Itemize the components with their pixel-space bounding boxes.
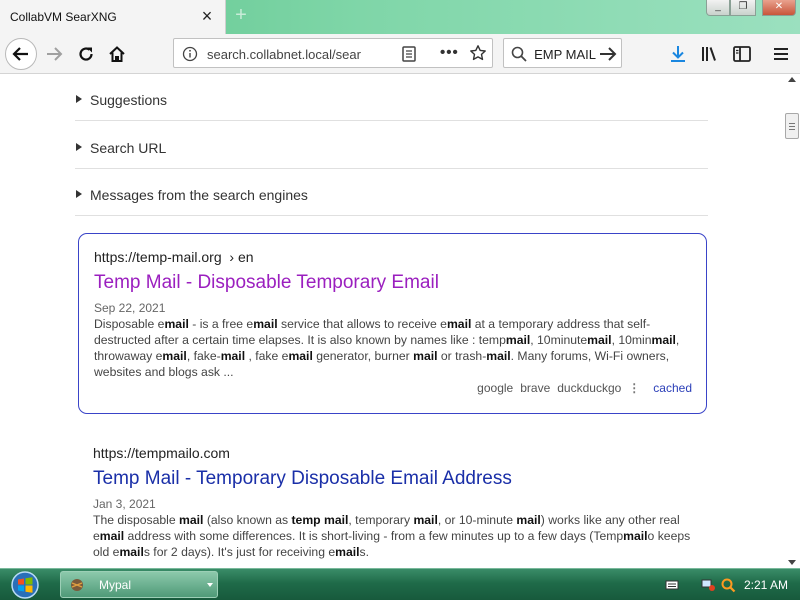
search-result: https://temp-mail.org › en Temp Mail - D… — [78, 233, 707, 414]
highlighted-term: mail — [516, 513, 541, 527]
result-engines: google brave duckduckgo ⋮ cached — [477, 381, 692, 395]
search-go-icon[interactable] — [598, 44, 618, 64]
reload-icon — [79, 47, 93, 61]
scrollbar-thumb[interactable] — [785, 113, 799, 139]
search-input[interactable]: TEMP MAIL — [534, 47, 596, 62]
highlighted-term: mail — [446, 317, 472, 331]
maximize-button[interactable]: ❐ — [730, 0, 756, 16]
new-tab-icon[interactable]: + — [231, 5, 251, 25]
search-tray-icon[interactable] — [720, 577, 736, 593]
section-search-url[interactable]: Search URL — [75, 123, 708, 169]
back-button[interactable] — [5, 38, 37, 70]
close-window-button[interactable]: ✕ — [762, 0, 796, 16]
grip-line — [789, 126, 795, 127]
highlighted-term: mail — [162, 349, 187, 363]
expand-triangle-icon — [76, 95, 82, 103]
tab-title: CollabVM SearXNG — [10, 10, 117, 24]
highlighted-term: mail — [335, 545, 360, 559]
result-title-link[interactable]: Temp Mail - Disposable Temporary Email — [94, 272, 439, 294]
mypal-app-icon — [71, 579, 83, 591]
taskbar-app-mypal[interactable]: Mypal — [60, 571, 218, 598]
result-url-host: https://tempmailo.com — [93, 445, 230, 461]
highlighted-term: mail — [486, 349, 511, 363]
highlighted-term: mail — [413, 513, 438, 527]
forward-button[interactable] — [40, 40, 68, 68]
back-icon — [12, 47, 28, 61]
browser-tab[interactable]: CollabVM SearXNG × — [0, 0, 226, 34]
tab-strip: CollabVM SearXNG × + _ ❐ ✕ — [0, 0, 800, 34]
highlighted-term: mail — [413, 349, 438, 363]
home-icon — [109, 46, 125, 62]
network-icon[interactable] — [700, 577, 716, 593]
result-date: Jan 3, 2021 — [93, 497, 156, 511]
section-engine-messages[interactable]: Messages from the search engines — [75, 170, 708, 216]
section-suggestions[interactable]: Suggestions — [75, 75, 708, 121]
highlighted-term: mail — [164, 317, 189, 331]
result-description: Disposable email - is a free email servi… — [94, 317, 680, 379]
chevron-down-icon — [207, 583, 213, 587]
section-label: Suggestions — [90, 92, 168, 108]
cached-link[interactable]: cached — [653, 381, 692, 395]
result-title-link[interactable]: Temp Mail - Temporary Disposable Email A… — [93, 468, 512, 490]
scroll-down-arrow-icon[interactable] — [788, 560, 796, 565]
bookmark-star-icon[interactable] — [469, 44, 487, 62]
page-scrollbar[interactable] — [784, 75, 800, 568]
engine-label: duckduckgo — [557, 381, 622, 395]
result-description: The disposable mail (also known as temp … — [93, 513, 691, 559]
taskbar-app-label: Mypal — [99, 578, 132, 592]
system-clock: 2:21 AM — [744, 578, 789, 592]
page-actions-icon[interactable]: ••• — [440, 44, 459, 61]
grip-line — [789, 123, 795, 124]
search-result: https://tempmailo.com Temp Mail - Tempor… — [78, 430, 707, 568]
section-label: Search URL — [90, 140, 167, 156]
highlighted-term: mail — [119, 545, 144, 559]
result-url[interactable]: https://temp-mail.org › en — [94, 249, 254, 265]
result-date: Sep 22, 2021 — [94, 301, 166, 315]
highlighted-term: mail — [505, 333, 531, 347]
keyboard-icon[interactable] — [664, 577, 680, 593]
result-url-host: https://temp-mail.org — [94, 249, 222, 265]
download-icon[interactable] — [668, 44, 688, 64]
highlighted-term: mail — [179, 513, 204, 527]
tab-close-icon[interactable]: × — [198, 7, 216, 25]
highlighted-term: mail — [623, 529, 648, 543]
library-icon[interactable] — [700, 44, 720, 64]
reader-view-icon[interactable] — [400, 45, 418, 63]
sidebar-icon[interactable] — [732, 44, 752, 64]
grip-line — [789, 129, 795, 130]
search-bar[interactable]: TEMP MAIL — [503, 38, 622, 68]
scroll-up-arrow-icon[interactable] — [788, 77, 796, 82]
result-url[interactable]: https://tempmailo.com — [93, 445, 230, 461]
highlighted-term: temp mail — [291, 513, 349, 527]
url-text[interactable]: search.collabnet.local/sear — [207, 47, 367, 62]
navigation-toolbar: search.collabnet.local/sear ••• TEMP MAI… — [0, 34, 800, 74]
page-content: Suggestions Search URL Messages from the… — [0, 75, 784, 568]
highlighted-term: mail — [651, 333, 676, 347]
home-button[interactable] — [103, 40, 131, 68]
highlighted-term: mail — [587, 333, 612, 347]
url-bar[interactable]: search.collabnet.local/sear ••• — [173, 38, 493, 68]
engine-label: brave — [520, 381, 551, 395]
highlighted-term: mail — [220, 349, 246, 363]
taskbar: Mypal 2:21 AM — [0, 568, 800, 600]
highlighted-term: mail — [288, 349, 313, 363]
highlighted-term: mail — [99, 529, 125, 543]
reload-button[interactable] — [72, 40, 100, 68]
page-info-icon[interactable] — [182, 46, 198, 62]
result-url-path: › en — [229, 249, 254, 265]
more-vertical-icon[interactable]: ⋮ — [628, 381, 640, 395]
expand-triangle-icon — [76, 143, 82, 151]
menu-icon[interactable] — [771, 44, 791, 64]
highlighted-term: mail — [253, 317, 278, 331]
forward-icon — [47, 47, 63, 61]
search-icon — [511, 46, 527, 62]
minimize-button[interactable]: _ — [706, 0, 730, 16]
expand-triangle-icon — [76, 190, 82, 198]
start-orb-icon[interactable] — [6, 570, 44, 600]
section-label: Messages from the search engines — [90, 187, 308, 203]
engine-label: google — [477, 381, 514, 395]
